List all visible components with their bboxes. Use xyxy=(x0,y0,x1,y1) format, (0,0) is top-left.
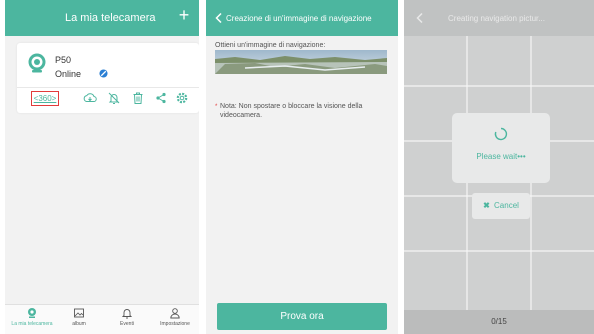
signal-icon xyxy=(99,69,108,78)
camera-status: Online xyxy=(55,69,82,79)
page-title: La mia telecamera xyxy=(65,12,156,24)
camera-card[interactable]: P50 Online <360> xyxy=(17,43,199,113)
my-camera-screen: La mia telecamera + P50 Online <360> La … xyxy=(5,0,199,334)
nav-my-camera[interactable]: La mia telecamera xyxy=(10,307,54,327)
nav-label: album xyxy=(72,321,86,327)
loading-text: Please wait••• xyxy=(476,152,526,161)
bottom-navigation: La mia telecamera album Eventi Impostazi… xyxy=(5,304,199,334)
camera-icon xyxy=(28,53,46,73)
bell-icon xyxy=(121,309,133,319)
camera-icon xyxy=(28,308,36,318)
note-asterisk: * xyxy=(215,104,218,110)
creating-navigation-screen: Creating navigation pictur... Please wai… xyxy=(404,0,594,334)
add-camera-button[interactable]: + xyxy=(176,6,192,24)
close-icon: ✖ xyxy=(483,201,490,210)
panorama-preview xyxy=(215,50,387,74)
header-bar: La mia telecamera + xyxy=(5,0,199,36)
nav-label: La mia telecamera xyxy=(11,321,53,327)
image-icon xyxy=(74,308,84,318)
try-now-button[interactable]: Prova ora xyxy=(217,303,387,330)
view-360-button[interactable]: <360> xyxy=(31,91,59,106)
nav-album[interactable]: album xyxy=(57,307,101,327)
nav-label: Impostazione xyxy=(160,321,190,327)
navigation-image-screen: Creazione di un'immagine di navigazione … xyxy=(206,0,398,334)
nav-label: Eventi xyxy=(120,321,134,327)
header-bar: Creating navigation pictur... xyxy=(404,0,594,36)
camera-toolbar: <360> xyxy=(17,87,199,107)
cancel-label: Cancel xyxy=(494,201,519,210)
share-icon[interactable] xyxy=(154,91,168,105)
cloud-download-icon[interactable] xyxy=(83,91,97,105)
user-icon xyxy=(170,308,180,319)
gear-icon[interactable] xyxy=(175,91,189,105)
note-text: Nota: Non spostare o bloccare la visione… xyxy=(220,103,363,119)
camera-name: P50 xyxy=(55,55,72,65)
trash-icon[interactable] xyxy=(131,91,145,105)
page-title: Creating navigation pictur... xyxy=(448,14,545,23)
nav-settings[interactable]: Impostazione xyxy=(153,307,197,327)
chevron-left-icon[interactable] xyxy=(415,12,425,24)
spinner-icon xyxy=(494,127,508,141)
progress-counter: 0/15 xyxy=(491,317,507,326)
chevron-left-icon[interactable] xyxy=(214,12,224,24)
navigation-image-label: Ottieni un'immagine di navigazione: xyxy=(215,42,326,49)
cancel-button[interactable]: ✖ Cancel xyxy=(472,193,530,219)
nav-events[interactable]: Eventi xyxy=(105,307,149,327)
header-bar: Creazione di un'immagine di navigazione xyxy=(206,0,398,36)
alarm-off-icon[interactable] xyxy=(107,91,121,105)
loading-dialog: Please wait••• xyxy=(452,113,550,183)
progress-bar: 0/15 xyxy=(404,310,594,334)
page-title: Creazione di un'immagine di navigazione xyxy=(226,14,372,23)
